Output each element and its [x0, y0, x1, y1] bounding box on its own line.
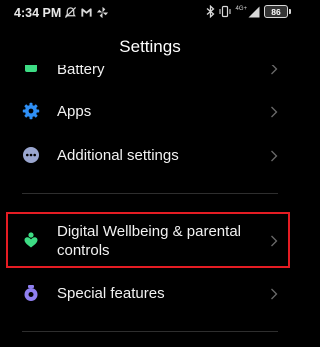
- settings-item-label: Special features: [57, 285, 165, 302]
- settings-item-apps[interactable]: Apps: [0, 91, 300, 131]
- battery-indicator: 86: [264, 5, 291, 18]
- network-label: 4G+: [235, 5, 247, 12]
- vibrate-icon: [219, 5, 232, 18]
- 4g-signal-icon: 4G+: [235, 6, 260, 18]
- status-time: 4:34 PM: [14, 6, 62, 20]
- bluetooth-icon: [206, 5, 215, 18]
- pinwheel-icon: [96, 6, 109, 24]
- settings-item-digital-wellbeing[interactable]: Digital Wellbeing & parental controls: [0, 214, 300, 266]
- special-features-icon: [22, 284, 40, 302]
- settings-item-label: Apps: [57, 103, 92, 120]
- chevron-right-icon: [270, 234, 278, 247]
- chevron-right-icon: [270, 149, 278, 162]
- chevron-right-icon: [270, 105, 278, 118]
- status-left-icons: [64, 6, 109, 24]
- settings-item-label: Additional settings: [57, 147, 179, 164]
- settings-item-additional-settings[interactable]: Additional settings: [0, 135, 300, 175]
- gmail-icon: [80, 6, 93, 24]
- gear-icon: [22, 102, 40, 120]
- status-right-icons: 4G+ 86: [206, 5, 291, 18]
- no-notifications-icon: [64, 6, 77, 24]
- section-divider: [22, 331, 278, 332]
- section-divider: [22, 193, 278, 194]
- settings-item-label: Digital Wellbeing & parental controls: [57, 223, 241, 259]
- more-dots-icon: [22, 146, 40, 164]
- header-mask: [0, 60, 300, 65]
- wellbeing-icon: [22, 231, 40, 249]
- status-bar: 4:34 PM 4G+ 86: [0, 0, 300, 28]
- battery-level: 86: [271, 6, 281, 17]
- settings-item-special-features[interactable]: Special features: [0, 273, 300, 313]
- chevron-right-icon: [270, 287, 278, 300]
